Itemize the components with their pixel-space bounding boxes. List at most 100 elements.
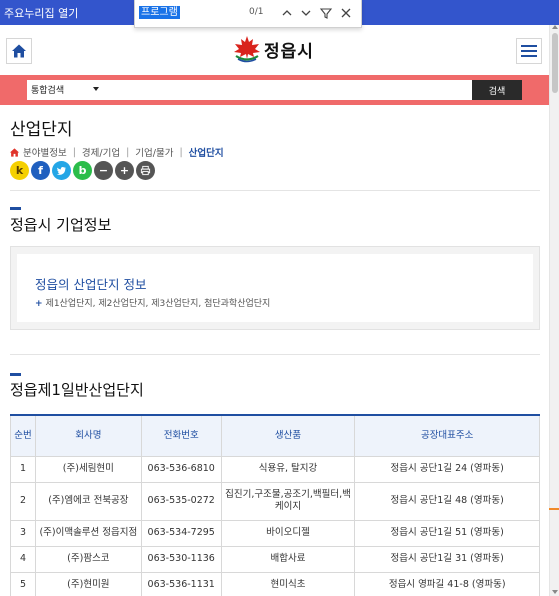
hamburger-line-icon <box>521 45 537 47</box>
home-icon[interactable] <box>9 147 20 158</box>
zoom-in-icon[interactable]: + <box>115 161 134 180</box>
table-cell: 정읍시 공단1길 48 (영파동) <box>354 481 540 521</box>
print-icon[interactable] <box>136 161 155 180</box>
info-box-list: 제1산업단지, 제2산업단지, 제3산업단지, 첨단과학산업단지 <box>45 299 271 309</box>
table-cell: (주)팜스코 <box>34 545 142 573</box>
column-header: 전화번호 <box>140 414 222 457</box>
info-box-inner: 정읍의 산업단지 정보 + 제1산업단지, 제2산업단지, 제3산업단지, 첨단과… <box>17 254 533 322</box>
table-cell: 5 <box>10 571 36 596</box>
table-cell: (주)이맥솔루션 정읍지점 <box>34 519 142 547</box>
table-cell: 4 <box>10 545 36 573</box>
printer-icon <box>140 165 151 176</box>
search-button[interactable]: 검색 <box>472 80 522 100</box>
close-icon <box>341 8 351 18</box>
table-cell: 정읍시 공단1길 31 (영파동) <box>354 545 540 573</box>
table-cell: 정읍시 공단1길 51 (영파동) <box>354 519 540 547</box>
column-header: 회사명 <box>34 414 142 457</box>
search-scope-value: 통합검색 <box>31 86 65 96</box>
table-cell: 정읍시 영파길 41-8 (영파동) <box>354 571 540 596</box>
table-row: 4 (주)팜스코 063-530-1136 배합사료 정읍시 공단1길 31 (… <box>10 545 540 573</box>
find-input[interactable]: 프로그램 <box>139 6 180 19</box>
home-button[interactable] <box>6 38 32 64</box>
table-cell: 3 <box>10 519 36 547</box>
search-band: 통합검색 검색 <box>0 75 549 105</box>
section-accent <box>10 373 21 376</box>
scroll-position-marker <box>549 508 559 510</box>
column-header: 공장대표주소 <box>354 414 540 457</box>
table-cell: 식용유, 탈지강 <box>220 455 356 483</box>
table-cell: 063-535-0272 <box>140 481 222 521</box>
scroll-up-arrow-icon[interactable] <box>552 25 558 29</box>
info-box-subtitle: + 제1산업단지, 제2산업단지, 제3산업단지, 첨단과학산업단지 <box>35 296 270 309</box>
table-cell: 바이오디젤 <box>220 519 356 547</box>
breadcrumb: 분야별정보 | 경제/기업 | 기업/물가 | 산업단지 <box>9 145 224 159</box>
page-scrollbar[interactable] <box>549 25 559 596</box>
maple-leaf-logo-icon <box>234 36 260 63</box>
hamburger-line-icon <box>521 50 537 52</box>
industrial-complex-info-box: 정읍의 산업단지 정보 + 제1산업단지, 제2산업단지, 제3산업단지, 첨단과… <box>10 246 540 330</box>
kakao-share-icon[interactable]: k <box>10 161 29 180</box>
find-match-count: 0/1 <box>249 7 264 17</box>
table-row: 3 (주)이맥솔루션 정읍지점 063-534-7295 바이오디젤 정읍시 공… <box>10 519 540 547</box>
table-cell: 063-530-1136 <box>140 545 222 573</box>
home-icon <box>12 44 26 58</box>
find-next-button[interactable] <box>298 5 314 21</box>
search-scope-select[interactable]: 통합검색 <box>31 83 99 96</box>
section-title: 정읍시 기업정보 <box>10 216 112 234</box>
table-row: 1 (주)세림현미 063-536-6810 식용유, 탈지강 정읍시 공단1길… <box>10 455 540 483</box>
table-cell: (주)세림현미 <box>34 455 142 483</box>
find-close-button[interactable] <box>338 5 354 21</box>
divider <box>10 190 540 191</box>
caret-down-icon <box>93 87 99 91</box>
twitter-share-icon[interactable] <box>52 161 71 180</box>
chevron-down-icon <box>301 10 311 16</box>
column-header: 생산품 <box>220 414 356 457</box>
table-cell: 2 <box>10 481 36 521</box>
zoom-out-icon[interactable]: − <box>94 161 113 180</box>
logo-text: 정읍시 <box>264 41 314 62</box>
table-cell: 063-534-7295 <box>140 519 222 547</box>
find-previous-button[interactable] <box>279 5 295 21</box>
breadcrumb-separator: | <box>72 146 76 158</box>
breadcrumb-item[interactable]: 분야별정보 <box>23 145 67 159</box>
skip-link[interactable]: 주요누리집 열기 <box>4 5 78 21</box>
table-cell: 정읍시 공단1길 24 (영파동) <box>354 455 540 483</box>
column-header: 순번 <box>10 414 36 457</box>
section-accent <box>10 207 21 210</box>
search-input[interactable]: 통합검색 <box>27 80 472 100</box>
table-header-row: 순번 회사명 전화번호 생산품 공장대표주소 <box>10 414 540 457</box>
menu-button[interactable] <box>516 38 542 64</box>
table-cell: 063-536-6810 <box>140 455 222 483</box>
find-filter-button[interactable] <box>318 5 334 21</box>
find-in-page-bar: 프로그램 0/1 <box>134 0 362 28</box>
page-title: 산업단지 <box>10 120 73 140</box>
plus-icon: + <box>35 299 43 309</box>
hamburger-line-icon <box>521 55 537 57</box>
table-cell: 1 <box>10 455 36 483</box>
divider <box>10 354 540 355</box>
bird-icon <box>56 166 67 175</box>
site-logo[interactable]: 정읍시 <box>232 34 314 64</box>
table-row: 2 (주)엠에코 전북공장 063-535-0272 집진기,구조물,공조기,백… <box>10 481 540 521</box>
scrollbar-thumb[interactable] <box>552 33 558 93</box>
breadcrumb-separator: | <box>126 146 130 158</box>
scroll-down-arrow-icon[interactable] <box>552 590 558 594</box>
facebook-share-icon[interactable]: f <box>31 161 50 180</box>
band-share-icon[interactable]: b <box>73 161 92 180</box>
breadcrumb-current: 산업단지 <box>188 148 224 159</box>
table-cell: (주)엠에코 전북공장 <box>34 481 142 521</box>
site-header: 정읍시 <box>0 28 549 74</box>
table-cell: 현미식초 <box>220 571 356 596</box>
table-row: 5 (주)현미원 063-536-1131 현미식초 정읍시 영파길 41-8 … <box>10 571 540 596</box>
breadcrumb-separator: | <box>179 146 183 158</box>
section-title: 정읍제1일반산업단지 <box>10 381 144 399</box>
breadcrumb-item[interactable]: 기업/물가 <box>135 145 173 159</box>
table-cell: 063-536-1131 <box>140 571 222 596</box>
breadcrumb-item[interactable]: 경제/기업 <box>82 145 120 159</box>
info-box-title: 정읍의 산업단지 정보 <box>35 277 147 292</box>
chevron-up-icon <box>282 10 292 16</box>
table-cell: 배합사료 <box>220 545 356 573</box>
share-toolbar: k f b − + <box>10 161 155 180</box>
table-cell: (주)현미원 <box>34 571 142 596</box>
table-cell: 집진기,구조물,공조기,백필터,백케이지 <box>220 481 356 521</box>
